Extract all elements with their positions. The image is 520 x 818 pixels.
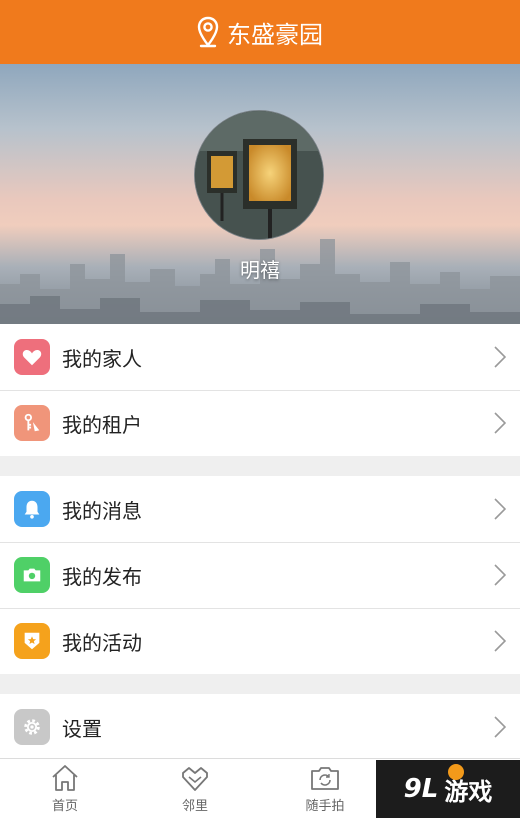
tab-label: 首页 — [51, 799, 78, 814]
app-header: 东盛豪园 — [0, 0, 520, 64]
tab-snapshot[interactable]: 随手拍 — [260, 759, 390, 818]
menu-label: 我的租户 — [62, 412, 142, 437]
watermark-dot — [448, 764, 464, 780]
menu-item-settings[interactable]: 设置 — [0, 694, 520, 760]
menu-item-tenants[interactable]: 我的租户 — [0, 390, 520, 456]
menu-item-messages[interactable]: 我的消息 — [0, 476, 520, 542]
menu-label: 我的消息 — [62, 498, 142, 523]
menu-item-events[interactable]: 我的活动 — [0, 608, 520, 674]
chevron-right-icon — [494, 564, 506, 586]
watermark-brand: 9L — [403, 774, 439, 804]
menu-item-family[interactable]: 我的家人 — [0, 324, 520, 390]
tenant-key-icon — [14, 405, 50, 441]
handshake-icon — [182, 767, 208, 791]
heart-icon — [14, 339, 50, 375]
menu-item-posts[interactable]: 我的发布 — [0, 542, 520, 608]
location-pin-icon — [197, 16, 219, 48]
camera-icon — [14, 557, 50, 593]
tab-label: 邻里 — [181, 799, 208, 814]
chevron-right-icon — [494, 630, 506, 652]
tab-neighbors[interactable]: 邻里 — [130, 759, 260, 818]
camera-rotate-icon — [311, 767, 339, 790]
menu-label: 设置 — [62, 716, 102, 741]
avatar[interactable] — [194, 110, 324, 240]
lantern-avatar-image — [195, 111, 323, 239]
menu-group-family: 我的家人 我的租户 — [0, 324, 520, 456]
chevron-right-icon — [494, 498, 506, 520]
profile-banner: 明禧 — [0, 64, 520, 324]
profile-name: 明禧 — [240, 258, 280, 282]
chevron-right-icon — [494, 716, 506, 738]
menu-label: 我的家人 — [62, 346, 142, 371]
menu-label: 我的活动 — [62, 630, 142, 655]
chevron-right-icon — [494, 412, 506, 434]
tab-label: 随手拍 — [305, 799, 345, 814]
menu-group-activity: 我的消息 我的发布 我的活动 — [0, 476, 520, 674]
menu-group-settings: 设置 — [0, 694, 520, 758]
tab-home[interactable]: 首页 — [0, 759, 130, 818]
bell-icon — [14, 491, 50, 527]
community-title: 东盛豪园 — [227, 20, 323, 49]
chevron-right-icon — [494, 346, 506, 368]
menu-label: 我的发布 — [62, 564, 142, 589]
gear-icon — [14, 709, 50, 745]
badge-star-icon — [14, 623, 50, 659]
home-icon — [52, 765, 78, 791]
